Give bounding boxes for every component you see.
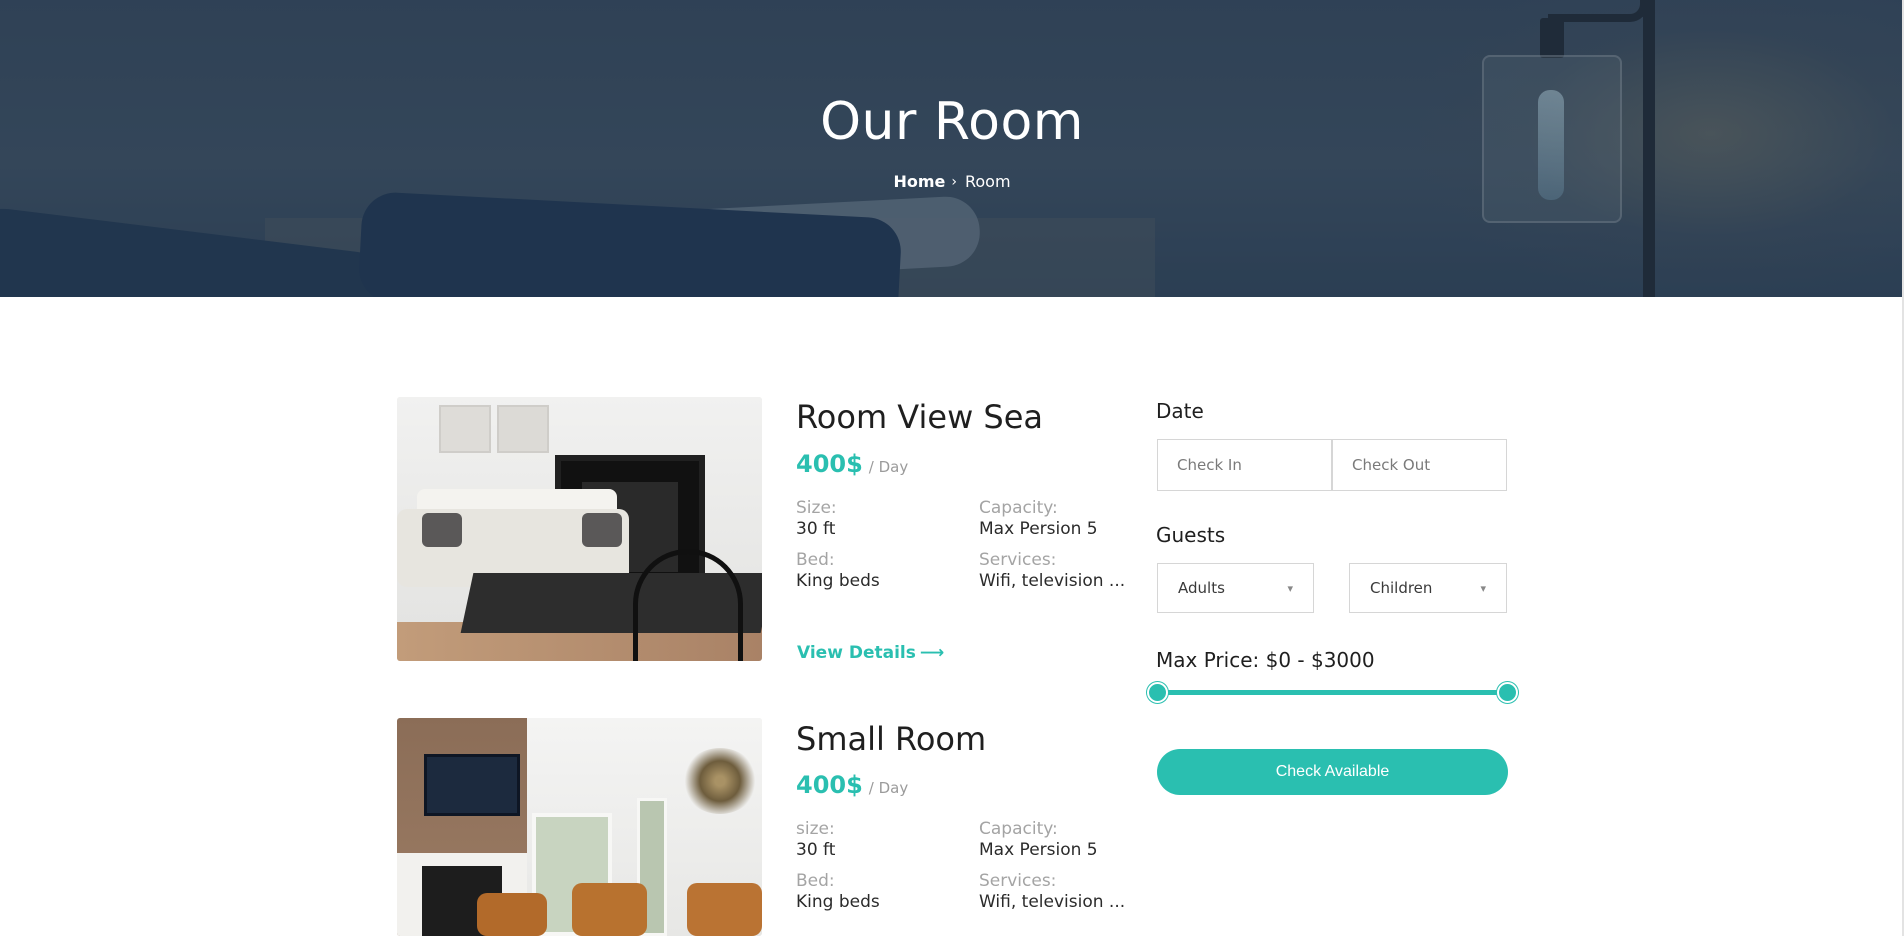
- services-label: Services:: [979, 550, 1057, 570]
- page-title: Our Room: [820, 92, 1084, 152]
- view-details-label: View Details: [797, 643, 916, 663]
- adults-select[interactable]: Adults ▾: [1157, 563, 1314, 613]
- bed-value: King beds: [796, 571, 880, 591]
- chevron-down-icon: ▾: [1287, 581, 1293, 595]
- room-photo-chair: [633, 549, 743, 661]
- arrow-right-icon: ⟶: [919, 643, 945, 663]
- price-amount: 400$: [796, 450, 863, 478]
- room-price: 400$ / Day: [796, 771, 908, 799]
- adults-selected-value: Adults: [1178, 579, 1225, 597]
- check-available-button[interactable]: Check Available: [1157, 749, 1508, 795]
- price-unit: / Day: [868, 779, 909, 797]
- room-photo-tv: [424, 754, 520, 816]
- size-value: 30 ft: [796, 840, 836, 860]
- check-in-placeholder: Check In: [1177, 456, 1242, 474]
- capacity-value: Max Persion 5: [979, 519, 1098, 539]
- services-value: Wifi, television ...: [979, 571, 1126, 591]
- room-photo-artwork: [497, 405, 549, 453]
- services-value: Wifi, television ...: [979, 892, 1126, 912]
- room-title[interactable]: Small Room: [796, 720, 986, 758]
- children-selected-value: Children: [1370, 579, 1433, 597]
- guests-label: Guests: [1156, 523, 1226, 547]
- services-label: Services:: [979, 871, 1057, 891]
- date-label: Date: [1156, 399, 1204, 423]
- room-photo-chair: [687, 883, 762, 936]
- capacity-value: Max Persion 5: [979, 840, 1098, 860]
- check-in-input[interactable]: Check In: [1157, 439, 1332, 491]
- room-image[interactable]: [397, 397, 762, 661]
- max-price-label: Max Price: $0 - $3000: [1156, 648, 1375, 672]
- price-range-track[interactable]: [1157, 690, 1507, 695]
- room-title[interactable]: Room View Sea: [796, 398, 1043, 436]
- price-range-min-handle[interactable]: [1147, 682, 1168, 703]
- chevron-down-icon: ▾: [1480, 581, 1486, 595]
- room-image[interactable]: [397, 718, 762, 936]
- room-photo-cushion: [422, 513, 462, 547]
- bed-label: Bed:: [796, 871, 835, 891]
- check-available-label: Check Available: [1275, 763, 1390, 780]
- room-photo-wall-decor: [682, 748, 758, 814]
- room-price: 400$ / Day: [796, 450, 908, 478]
- capacity-label: Capacity:: [979, 498, 1058, 518]
- check-out-placeholder: Check Out: [1352, 456, 1431, 474]
- room-photo-artwork: [439, 405, 491, 453]
- bed-value: King beds: [796, 892, 880, 912]
- breadcrumb-current: Room: [964, 172, 1011, 191]
- room-photo-cushion: [582, 513, 622, 547]
- children-select[interactable]: Children ▾: [1349, 563, 1507, 613]
- bed-label: Bed:: [796, 550, 835, 570]
- breadcrumb-home-link[interactable]: Home: [893, 172, 945, 191]
- size-label: size:: [796, 819, 835, 839]
- room-photo-chair: [572, 883, 647, 936]
- size-label: Size:: [796, 498, 837, 518]
- view-details-link[interactable]: View Details ⟶: [797, 643, 944, 663]
- price-range-max-handle[interactable]: [1497, 682, 1518, 703]
- price-unit: / Day: [868, 458, 909, 476]
- price-amount: 400$: [796, 771, 863, 799]
- check-out-input[interactable]: Check Out: [1332, 439, 1507, 491]
- breadcrumb: Home › Room: [0, 171, 1904, 191]
- capacity-label: Capacity:: [979, 819, 1058, 839]
- size-value: 30 ft: [796, 519, 836, 539]
- room-photo-chair: [477, 893, 547, 936]
- chevron-right-icon: ›: [951, 173, 957, 190]
